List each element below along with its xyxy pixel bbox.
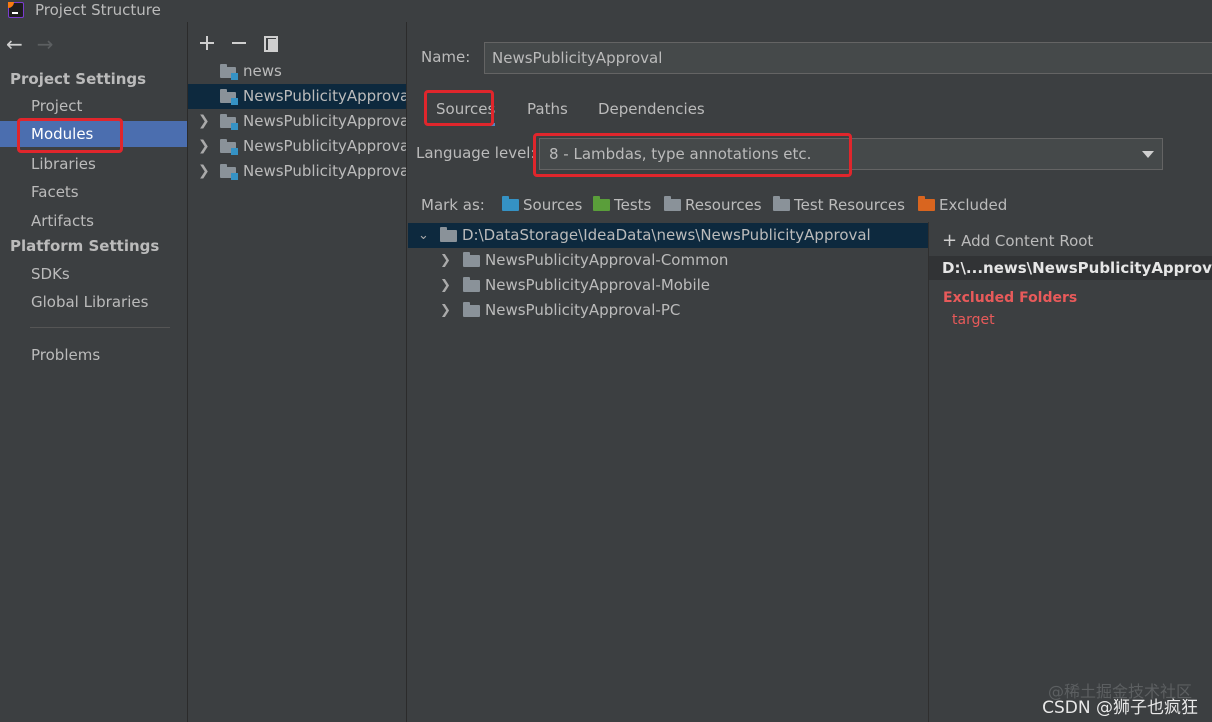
- module-row[interactable]: ❯ NewsPublicityApproval: [188, 109, 407, 134]
- project-settings-header: Project Settings: [10, 70, 147, 88]
- excluded-folder-icon: [918, 196, 935, 211]
- tree-root-row[interactable]: ⌄ D:\DataStorage\IdeaData\news\NewsPubli…: [408, 223, 928, 248]
- excluded-folders-header: Excluded Folders: [943, 290, 1078, 306]
- tree-row-label: NewsPublicityApproval-PC: [485, 301, 681, 319]
- settings-sidebar: ← → Project Settings Project Modules Lib…: [0, 22, 188, 722]
- tree-row-label: NewsPublicityApproval-Mobile: [485, 276, 711, 294]
- window-title: Project Structure: [35, 1, 161, 19]
- sidebar-item-libraries[interactable]: Libraries: [0, 151, 187, 177]
- title-bar: Project Structure: [0, 0, 1212, 22]
- mark-as-tests-button[interactable]: Tests: [593, 196, 651, 214]
- language-level-label: Language level:: [416, 144, 536, 162]
- chevron-right-icon[interactable]: ❯: [440, 273, 451, 298]
- tests-folder-icon: [593, 196, 610, 211]
- sidebar-item-problems[interactable]: Problems: [0, 342, 187, 368]
- sidebar-item-sdks[interactable]: SDKs: [0, 261, 187, 287]
- chevron-down-icon[interactable]: ⌄: [418, 223, 429, 248]
- folder-icon: [463, 302, 480, 317]
- tree-row-label: NewsPublicityApproval-Common: [485, 251, 729, 269]
- module-folder-icon: [220, 64, 238, 80]
- sidebar-item-facets[interactable]: Facets: [0, 179, 187, 205]
- modules-list-panel: news NewsPublicityApproval ❯ NewsPublici…: [188, 22, 407, 722]
- module-row[interactable]: ❯ NewsPublicityApproval: [188, 159, 407, 184]
- tree-row[interactable]: ❯ NewsPublicityApproval-Mobile: [408, 273, 928, 298]
- language-level-select[interactable]: 8 - Lambdas, type annotations etc.: [539, 138, 1163, 170]
- module-folder-icon: [220, 164, 238, 180]
- chevron-right-icon[interactable]: ❯: [440, 248, 451, 273]
- module-label: NewsPublicityApproval: [243, 162, 407, 180]
- tree-row[interactable]: ❯ NewsPublicityApproval-PC: [408, 298, 928, 323]
- mark-as-label: Mark as:: [421, 196, 485, 214]
- platform-settings-header: Platform Settings: [10, 237, 160, 255]
- module-row[interactable]: ❯ NewsPublicityApproval: [188, 134, 407, 159]
- chevron-right-icon[interactable]: ❯: [198, 134, 210, 159]
- sidebar-divider: [30, 327, 170, 328]
- sidebar-item-global-libraries[interactable]: Global Libraries: [0, 289, 187, 315]
- tree-row[interactable]: ❯ NewsPublicityApproval-Common: [408, 248, 928, 273]
- plus-icon: +: [942, 230, 958, 251]
- module-folder-icon: [220, 89, 238, 105]
- copy-icon[interactable]: [262, 34, 280, 52]
- module-label: NewsPublicityApproval: [243, 137, 407, 155]
- tab-dependencies[interactable]: Dependencies: [598, 94, 705, 126]
- remove-icon[interactable]: [230, 34, 248, 52]
- tab-paths[interactable]: Paths: [527, 94, 568, 126]
- content-root-path[interactable]: D:\...news\NewsPublicityApproval: [929, 256, 1212, 280]
- module-name-input[interactable]: NewsPublicityApproval: [484, 42, 1212, 74]
- mark-as-resources-button[interactable]: Resources: [664, 196, 762, 214]
- mark-as-test-resources-button[interactable]: Test Resources: [773, 196, 905, 214]
- intellij-logo-icon: [8, 2, 24, 18]
- mark-as-sources-button[interactable]: Sources: [502, 196, 582, 214]
- chevron-right-icon[interactable]: ❯: [440, 298, 451, 323]
- sidebar-item-project[interactable]: Project: [0, 93, 187, 119]
- tab-sources[interactable]: Sources: [436, 94, 496, 126]
- content-roots-panel: + Add Content Root D:\...news\NewsPublici…: [928, 222, 1212, 722]
- forward-arrow-icon[interactable]: →: [37, 34, 54, 56]
- language-level-value: 8 - Lambdas, type annotations etc.: [549, 145, 812, 163]
- modules-toolbar: [198, 32, 280, 54]
- module-details-panel: Name: NewsPublicityApproval Sources Path…: [408, 22, 1212, 722]
- resources-folder-icon: [664, 196, 681, 211]
- module-label: NewsPublicityApproval: [243, 87, 407, 105]
- watermark-csdn: CSDN @狮子也疯狂: [1042, 698, 1198, 718]
- chevron-right-icon[interactable]: ❯: [198, 109, 210, 134]
- module-folder-icon: [220, 139, 238, 155]
- sidebar-item-artifacts[interactable]: Artifacts: [0, 208, 187, 234]
- module-label: NewsPublicityApproval: [243, 112, 407, 130]
- navigation-arrows: ← →: [6, 34, 54, 56]
- chevron-down-icon: [1142, 151, 1154, 158]
- add-icon[interactable]: [198, 34, 216, 52]
- module-folder-icon: [220, 114, 238, 130]
- module-label: news: [243, 62, 282, 80]
- folder-icon: [440, 227, 457, 242]
- module-row-selected[interactable]: NewsPublicityApproval: [188, 84, 407, 109]
- mark-as-excluded-button[interactable]: Excluded: [918, 196, 1007, 214]
- chevron-right-icon[interactable]: ❯: [198, 159, 210, 184]
- content-root-tree: ⌄ D:\DataStorage\IdeaData\news\NewsPubli…: [408, 222, 928, 722]
- sidebar-item-modules[interactable]: Modules: [0, 121, 187, 147]
- sources-folder-icon: [502, 196, 519, 211]
- folder-icon: [463, 277, 480, 292]
- add-content-root-button[interactable]: + Add Content Root: [942, 230, 1093, 251]
- name-label: Name:: [421, 48, 471, 66]
- excluded-folder-item[interactable]: target: [952, 312, 995, 328]
- test-resources-folder-icon: [773, 196, 790, 211]
- back-arrow-icon[interactable]: ←: [6, 34, 23, 56]
- module-row-news[interactable]: news: [188, 59, 406, 84]
- tree-root-label: D:\DataStorage\IdeaData\news\NewsPublici…: [462, 226, 871, 244]
- folder-icon: [463, 252, 480, 267]
